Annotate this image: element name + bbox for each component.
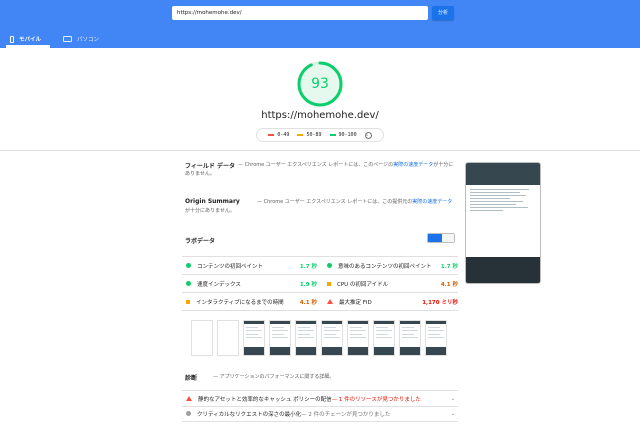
filmstrip-frame	[269, 320, 291, 356]
screenshot-header	[466, 163, 540, 185]
metric-label: インタラクティブになるまでの時間	[196, 299, 284, 306]
active-tab-indicator	[6, 45, 50, 48]
average-square-icon	[327, 281, 331, 286]
metrics-view-toggle[interactable]	[427, 233, 455, 243]
toggle-list-view[interactable]	[428, 234, 442, 242]
fail-triangle-icon	[186, 396, 192, 401]
metric-first-cpu-idle: CPU の初回アイドル 4.1 秒	[323, 275, 458, 292]
fail-marker-icon	[268, 134, 275, 136]
metric-tti: インタラクティブになるまでの時間 4.1 秒	[182, 293, 317, 310]
diagnostics-title: 診断	[185, 375, 198, 382]
filmstrip-frame	[373, 320, 395, 356]
audit-summary: — 1 件のリソースが見つかりました	[331, 396, 421, 403]
metric-label: コンテンツの初回ペイント	[197, 263, 264, 270]
metric-label: 最大推定 FID	[339, 299, 372, 306]
metric-value: 1,170 ミリ秒	[422, 299, 458, 306]
filmstrip	[191, 320, 451, 356]
info-dot-icon	[186, 411, 191, 416]
filmstrip-frame	[399, 320, 421, 356]
chevron-down-icon[interactable]: ⌄	[451, 411, 455, 417]
pass-dot-icon	[186, 281, 191, 286]
pass-marker-icon	[329, 134, 336, 136]
audit-divider	[182, 421, 458, 422]
filmstrip-frame	[347, 320, 369, 356]
origin-data-link[interactable]: 実際の速度データ	[412, 199, 452, 205]
analyze-button[interactable]: 分析	[432, 6, 454, 20]
final-screenshot	[465, 162, 541, 284]
audit-label: 静的なアセットと効率的なキャッシュ ポリシーの配信	[198, 396, 332, 403]
metrics-divider	[182, 310, 458, 311]
screenshot-footer	[466, 257, 540, 283]
metric-max-fid: 最大推定 FID 1,170 ミリ秒	[323, 293, 458, 310]
section-divider	[0, 150, 640, 151]
metric-fmp: 意味のあるコンテンツの初回ペイント 1.7 秒	[323, 257, 458, 274]
legend-fail: 0-49	[268, 132, 289, 138]
filmstrip-frame	[217, 320, 239, 356]
phone-icon	[10, 35, 14, 43]
filmstrip-frame	[295, 320, 317, 356]
performance-score: 93	[311, 76, 329, 92]
filmstrip-frame	[321, 320, 343, 356]
average-marker-icon	[297, 134, 304, 136]
pass-dot-icon	[327, 263, 332, 268]
monitor-icon	[63, 36, 72, 42]
metric-value: 4.1 秒	[299, 299, 317, 306]
metric-label: CPU の初回アイドル	[337, 281, 389, 288]
audit-summary: — 2 件のチェーンが見つかりました	[301, 411, 391, 418]
metric-label: 意味のあるコンテンツの初回ペイント	[338, 263, 432, 270]
filmstrip-frame	[191, 320, 213, 356]
field-data-link[interactable]: 実際の速度データ	[393, 162, 433, 168]
screenshot-body	[466, 185, 540, 257]
metric-value: 1.7 秒	[299, 263, 317, 270]
origin-summary-description: — Chrome ユーザー エクスペリエンス レポートには、この提供元の実際の速…	[185, 199, 453, 214]
audit-label: クリティカルなリクエストの深さの最小化	[197, 411, 302, 418]
chevron-down-icon[interactable]: ⌄	[451, 396, 455, 402]
filmstrip-frame	[243, 320, 265, 356]
filmstrip-frame	[425, 320, 447, 356]
legend-average: 50-89	[297, 132, 322, 138]
metric-value: 1.9 秒	[299, 281, 317, 288]
tab-desktop-label: パソコン	[77, 37, 100, 43]
pass-dot-icon	[186, 263, 191, 268]
field-data-description: — Chrome ユーザー エクスペリエンス レポートには、このページの実際の速…	[185, 162, 454, 177]
audit-critical-requests[interactable]: クリティカルなリクエストの深さの最小化 — 2 件のチェーンが見つかりました ⌄	[182, 406, 458, 421]
metric-fcp: コンテンツの初回ペイント 1.7 秒	[182, 257, 317, 274]
analyzed-url: https://mohemohe.dev/	[261, 110, 379, 121]
metric-label: 速度インデックス	[197, 281, 241, 288]
lab-data-title: ラボデータ	[185, 238, 216, 245]
score-legend: 0-49 50-89 90-100 i	[256, 128, 384, 142]
fail-triangle-icon	[327, 299, 333, 304]
metric-speed-index: 速度インデックス 1.9 秒	[182, 275, 317, 292]
tab-mobile-label: モバイル	[19, 37, 42, 43]
diagnostics-description: — アプリケーションのパフォーマンスに関する詳細。	[213, 374, 335, 380]
audit-cache-policy[interactable]: 静的なアセットと効率的なキャッシュ ポリシーの配信 — 1 件のリソースが見つか…	[182, 391, 458, 406]
url-input[interactable]	[172, 6, 428, 20]
tab-desktop[interactable]: パソコン	[63, 30, 105, 48]
metric-value: 1.7 秒	[440, 263, 458, 270]
info-icon[interactable]: i	[364, 131, 372, 139]
toggle-detail-view[interactable]	[442, 234, 454, 242]
average-square-icon	[186, 299, 190, 304]
legend-pass: 90-100	[329, 132, 357, 138]
metric-value: 4.1 秒	[440, 281, 458, 288]
